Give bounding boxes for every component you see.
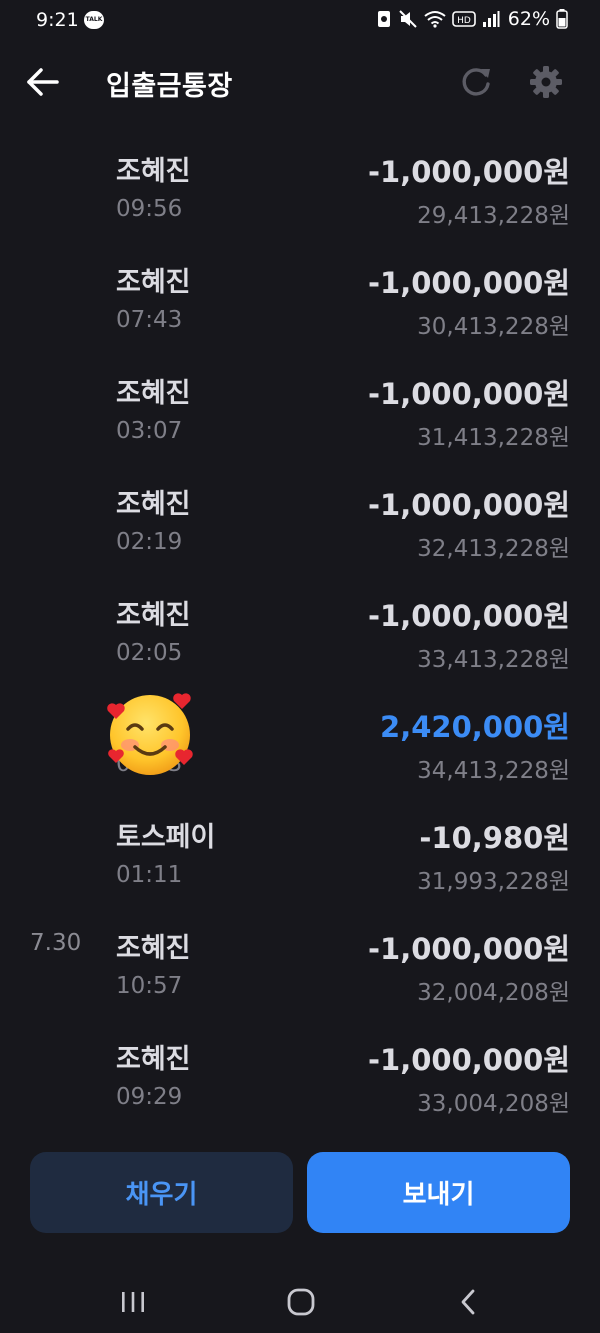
transaction-row[interactable]: 조혜진 03:07 -1,000,000원 31,413,228원: [0, 356, 600, 467]
transaction-date: 7.30: [30, 930, 82, 956]
transaction-time: 07:43: [116, 307, 183, 333]
transaction-balance: 30,413,228원: [417, 314, 570, 340]
transaction-time: 02:19: [116, 529, 183, 555]
transaction-name: 조혜진: [116, 489, 191, 520]
send-button[interactable]: 보내기: [307, 1152, 570, 1233]
gear-icon: [530, 66, 562, 98]
transaction-balance: 31,993,228원: [417, 869, 570, 895]
mute-icon: [399, 10, 417, 28]
recent-apps-icon: [122, 1292, 144, 1312]
status-icons: HD 62%: [376, 8, 568, 30]
hd-label: HD: [457, 16, 471, 26]
chevron-left-icon: [461, 1289, 475, 1315]
transaction-amount: -1,000,000원: [368, 266, 570, 300]
transaction-amount: -1,000,000원: [368, 488, 570, 522]
transaction-row[interactable]: 조혜진 02:19 -1,000,000원 32,413,228원: [0, 467, 600, 578]
system-nav-bar: [0, 1262, 600, 1332]
fill-button[interactable]: 채우기: [30, 1152, 293, 1233]
transaction-balance: 29,413,228원: [417, 203, 570, 229]
transaction-name: 조혜진: [116, 156, 191, 187]
transaction-balance: 33,413,228원: [417, 647, 570, 673]
status-bar: 9:21 TALK HD 62%: [0, 0, 600, 44]
transaction-amount: -1,000,000원: [368, 932, 570, 966]
transaction-row[interactable]: 조혜진 09:29 -1,000,000원 33,004,208원: [0, 1022, 600, 1133]
transaction-time: 03:07: [116, 418, 183, 444]
battery-percent: 62%: [507, 8, 550, 30]
arrow-left-icon: [27, 68, 59, 96]
transaction-time: 09:56: [116, 196, 183, 222]
page-title: 입출금통장: [106, 71, 233, 102]
transaction-amount: -1,000,000원: [368, 377, 570, 411]
transaction-balance: 32,413,228원: [417, 536, 570, 562]
back-button[interactable]: [22, 64, 62, 100]
transaction-name: 토스페이: [116, 822, 216, 853]
home-icon: [287, 1288, 315, 1316]
transaction-amount: -1,000,000원: [368, 1043, 570, 1077]
refresh-button[interactable]: [456, 62, 496, 102]
transaction-amount: -1,000,000원: [368, 599, 570, 633]
transaction-list: 조혜진 09:56 -1,000,000원 29,413,228원 조혜진 07…: [0, 134, 600, 1133]
transaction-balance: 31,413,228원: [417, 425, 570, 451]
recent-apps-button[interactable]: [108, 1282, 158, 1322]
transaction-name: 조혜진: [116, 378, 191, 409]
transaction-row[interactable]: 토스페이 01:11 -10,980원 31,993,228원: [0, 800, 600, 911]
status-time: 9:21: [36, 9, 79, 31]
recycle-icon: [377, 11, 390, 27]
battery-icon: [556, 9, 568, 29]
transaction-name: 조혜진: [116, 1044, 191, 1075]
hd-voice-icon: HD: [451, 11, 476, 27]
transaction-time: 02:05: [116, 640, 183, 666]
transaction-row[interactable]: 조혜진 07:43 -1,000,000원 30,413,228원: [0, 245, 600, 356]
action-buttons: 채우기 보내기: [30, 1152, 570, 1233]
wifi-icon: [424, 11, 446, 28]
transaction-name: 조혜진: [116, 267, 191, 298]
transaction-name: 조혜진: [116, 933, 191, 964]
transaction-balance: 32,004,208원: [417, 980, 570, 1006]
transaction-row[interactable]: 7.30 조혜진 10:57 -1,000,000원 32,004,208원: [0, 911, 600, 1022]
transaction-time: 09:29: [116, 1084, 183, 1110]
transaction-time: 10:57: [116, 973, 183, 999]
system-back-button[interactable]: [444, 1282, 494, 1322]
settings-button[interactable]: [526, 62, 566, 102]
smiling-face-with-hearts-emoji: [107, 693, 193, 775]
transaction-balance: 34,413,228원: [417, 758, 570, 784]
home-button[interactable]: [276, 1282, 326, 1322]
signal-icon: [482, 11, 500, 27]
transaction-row[interactable]: 조혜진 09:56 -1,000,000원 29,413,228원: [0, 134, 600, 245]
refresh-icon: [462, 68, 490, 96]
transaction-balance: 33,004,208원: [417, 1091, 570, 1117]
transaction-time: 01:11: [116, 862, 183, 888]
transaction-amount: -10,980원: [419, 821, 570, 855]
kakaotalk-notification-icon: TALK: [84, 11, 104, 29]
transaction-amount: -1,000,000원: [368, 155, 570, 189]
transaction-name: 조혜진: [116, 600, 191, 631]
transaction-row-deposit[interactable]: 02:03 2,420,000원 34,413,228원: [0, 689, 600, 800]
header: 입출금통장: [0, 52, 600, 112]
transaction-amount: 2,420,000원: [380, 710, 570, 744]
transaction-row[interactable]: 조혜진 02:05 -1,000,000원 33,413,228원: [0, 578, 600, 689]
